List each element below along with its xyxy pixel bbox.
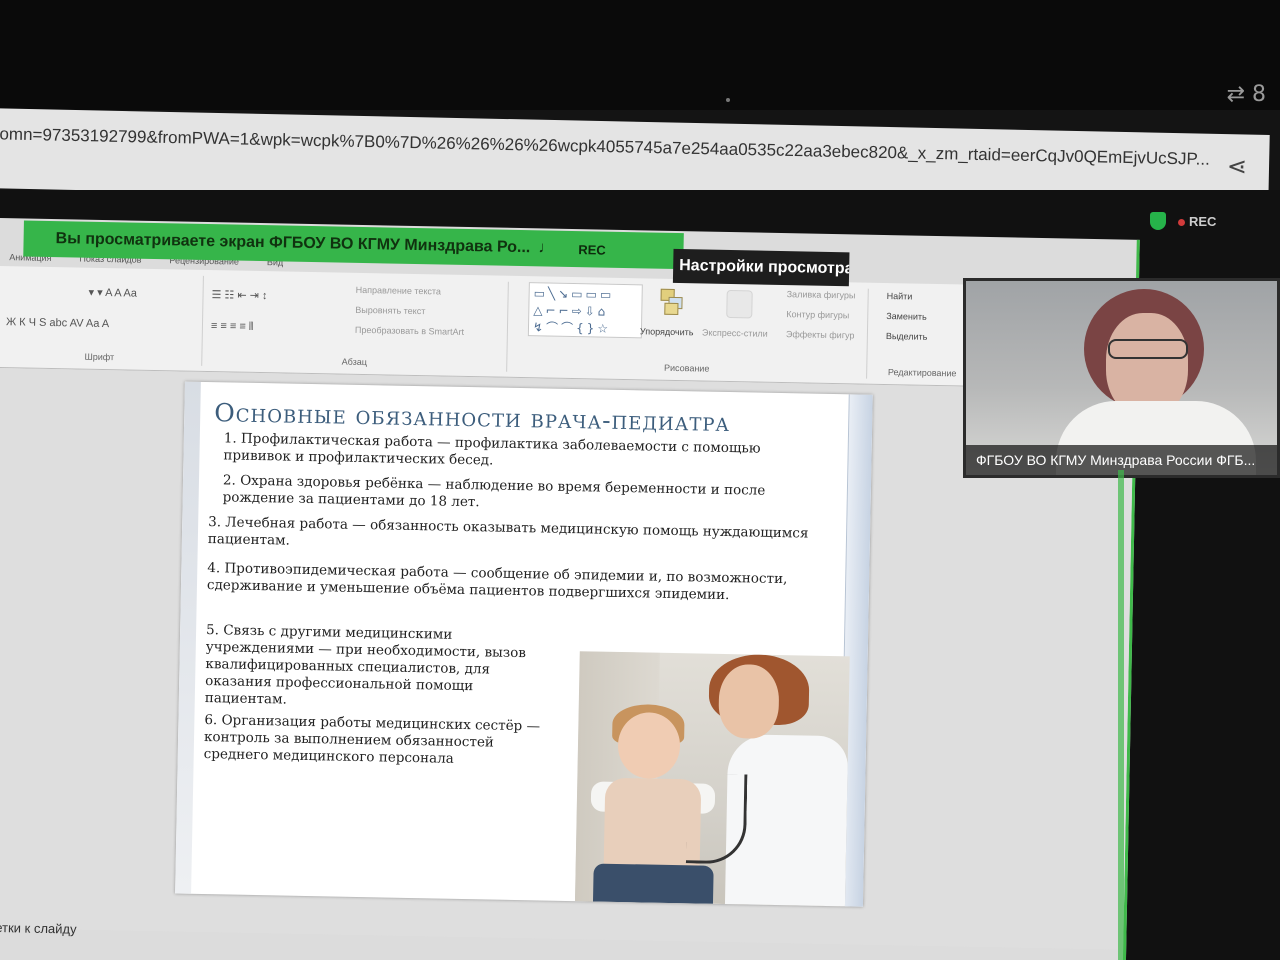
font-format-row[interactable]: Ж К Ч S abc AV Aa A [6,316,109,330]
font-group-label: Шрифт [84,351,115,363]
rec-dot-icon [1178,218,1185,226]
zoom-status: REC [1150,212,1216,230]
align-buttons[interactable]: ≡ ≡ ≡ ≡ ⫴ [211,320,254,334]
slide-item-5: 5. Связь с другими медицинскими учрежден… [204,622,527,708]
webcam-thumbnail[interactable]: ФГБОУ ВО КГМУ Минздрава России ФГБ... [963,278,1280,478]
shield-icon[interactable] [1150,212,1166,230]
url-text[interactable]: omn=97353192799&fromPWA=1&wpk=wcpk%7B0%7… [0,124,1210,169]
shape-outline-button[interactable]: Контур фигуры [786,309,849,320]
webcam-glasses [1108,339,1188,359]
slide-notes[interactable]: метки к слайду [0,920,77,937]
share-banner-text: Вы просматриваете экран ФГБОУ ВО КГМУ Ми… [55,230,531,257]
photo-child-head [617,711,681,780]
share-border-right [1118,470,1124,960]
align-text-button[interactable]: Выровнять текст [355,305,425,316]
phone-status-bar: ⇄ 8 [0,0,1280,110]
paragraph-group-label: Абзац [341,356,368,368]
drawing-group-label: Рисование [663,362,710,374]
status-icons: ⇄ 8 [1226,82,1266,107]
font-group: ▾ ▾ A A Aa Ж К Ч S abc AV Aa A Шрифт [0,271,204,366]
photo-child-jeans [592,863,714,906]
banner-rec-label: REC [578,241,606,258]
slide-item-2: 2. Охрана здоровья ребёнка — наблюдение … [222,472,766,511]
doctor-child-photo [574,651,850,907]
camera-dot [726,98,730,102]
shape-effects-button[interactable]: Эффекты фигур [786,329,855,340]
editing-group-label: Редактирование [887,367,957,379]
photo-doctor-head [718,663,780,740]
arrange-button[interactable]: Упорядочить [640,326,694,337]
shapes-gallery[interactable]: ▭╲↘▭▭▭ △⌐⌐⇨⇩⌂ ↯⌒⌒{}☆ [527,282,643,339]
quick-styles-button[interactable]: Экспресс-стили [702,327,768,338]
rec-label: REC [1189,213,1217,229]
slide[interactable]: Основные обязанности врача-педиатра 1. П… [175,381,873,907]
arrange-icon[interactable] [660,288,687,317]
slide-left-stripe [175,381,201,894]
quick-styles-icon[interactable] [726,289,753,319]
replace-button[interactable]: Заменить [886,311,927,322]
find-button[interactable]: Найти [887,291,913,301]
view-settings-button[interactable]: Настройки просмотра [672,248,850,287]
pin-icon[interactable]: ♩ [538,239,554,257]
list-buttons[interactable]: ☰ ☷ ⇤ ⇥ ↕ [211,288,267,302]
paragraph-group: ☰ ☷ ⇤ ⇥ ↕ ≡ ≡ ≡ ≡ ⫴ Направление текста В… [202,275,509,372]
shape-fill-button[interactable]: Заливка фигуры [787,289,856,300]
screen: ⇄ 8 omn=97353192799&fromPWA=1&wpk=wcpk%7… [0,0,1280,960]
slide-item-6: 6. Организация работы медицинских сестёр… [203,712,541,767]
select-button[interactable]: Выделить [886,331,928,342]
slide-item-4: 4. Противоэпидемическая работа — сообщен… [206,560,788,604]
text-direction-button[interactable]: Направление текста [356,285,442,297]
convert-smartart-button[interactable]: Преобразовать в SmartArt [355,325,464,337]
slide-item-3: 3. Лечебная работа — обязанность оказыва… [207,514,809,549]
font-size-row[interactable]: ▾ ▾ A A Aa [88,286,137,300]
recording-indicator: REC [1178,214,1216,229]
share-icon[interactable]: ⋖ [1227,152,1248,181]
slide-item-1: 1. Профилактическая работа — профилактик… [223,430,761,469]
